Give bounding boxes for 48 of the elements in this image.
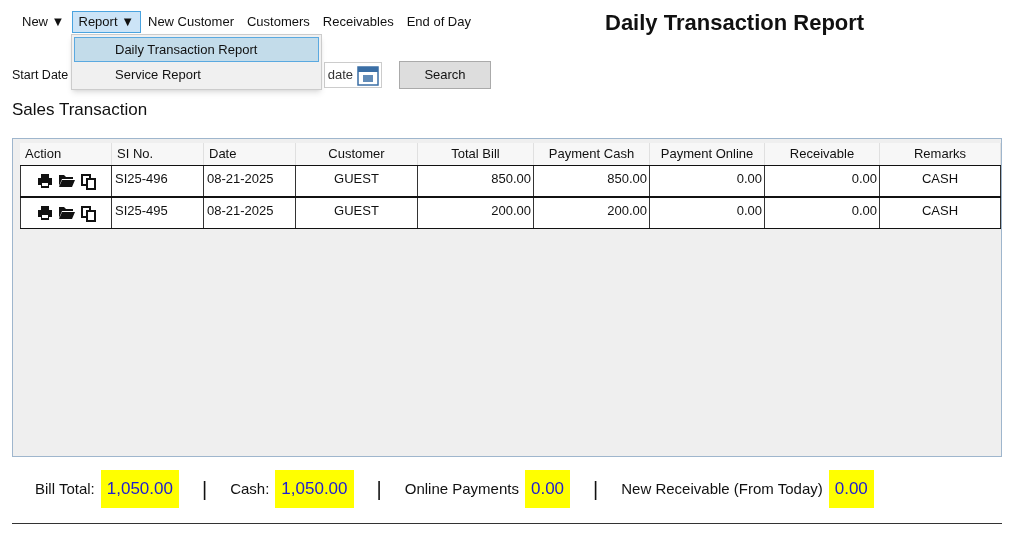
table-cell: 200.00	[534, 198, 650, 228]
table-cell: GUEST	[296, 166, 418, 196]
menu-item[interactable]: Customers	[240, 11, 316, 33]
separator: |	[593, 477, 599, 502]
total-value: 1,050.00	[275, 470, 354, 508]
date-text: date	[327, 66, 353, 85]
table-cell: CASH	[880, 198, 1001, 228]
menu-item[interactable]: End of Day	[400, 11, 477, 33]
printer-icon[interactable]	[36, 174, 53, 188]
folder-icon[interactable]	[58, 174, 75, 187]
total-value: 1,050.00	[100, 470, 179, 508]
section-title: Sales Transaction	[11, 99, 149, 122]
table-cell: SI25-496	[112, 166, 204, 196]
table-cell: 850.00	[534, 166, 650, 196]
table-cell: 0.00	[765, 166, 880, 196]
separator: |	[201, 477, 208, 502]
table-cell: SI25-495	[112, 198, 204, 228]
copy-icon[interactable]	[80, 206, 96, 222]
printer-icon[interactable]	[36, 206, 53, 220]
dropdown-item[interactable]: Daily Transaction Report	[74, 37, 319, 62]
separator: |	[376, 477, 382, 502]
table-cell: 200.00	[418, 198, 534, 228]
total-label: Online Payments	[404, 478, 519, 499]
search-button[interactable]: Search	[399, 61, 491, 89]
table-cell: 850.00	[418, 166, 534, 196]
total-label: Cash:	[230, 478, 270, 499]
total-label: New Receivable (From Today)	[621, 478, 823, 499]
calendar-icon	[357, 64, 379, 86]
table-cell: GUEST	[296, 198, 418, 228]
table-cell: 08-21-2025	[204, 166, 296, 196]
copy-icon[interactable]	[80, 174, 96, 190]
start-date-label: Start Date	[12, 66, 69, 84]
table-cell: CASH	[880, 166, 1001, 196]
total-label: Bill Total:	[35, 478, 95, 499]
menu-item[interactable]: New ▼	[16, 11, 71, 33]
total-value: 0.00	[828, 470, 874, 508]
end-date-field[interactable]: date	[324, 62, 382, 88]
table-cell: 0.00	[650, 166, 765, 196]
table-cell: 0.00	[650, 198, 765, 228]
folder-icon[interactable]	[58, 206, 75, 219]
total-value: 0.00	[524, 470, 571, 508]
table-cell: 08-21-2025	[204, 198, 296, 228]
menu-item[interactable]: Receivables	[316, 11, 400, 33]
dropdown-item[interactable]: Service Report	[74, 62, 319, 87]
menu-item[interactable]: Report ▼	[71, 11, 141, 33]
table-cell: 0.00	[765, 198, 880, 228]
menu-item[interactable]: New Customer	[142, 11, 240, 33]
report-title: Daily Transaction Report	[605, 8, 865, 37]
